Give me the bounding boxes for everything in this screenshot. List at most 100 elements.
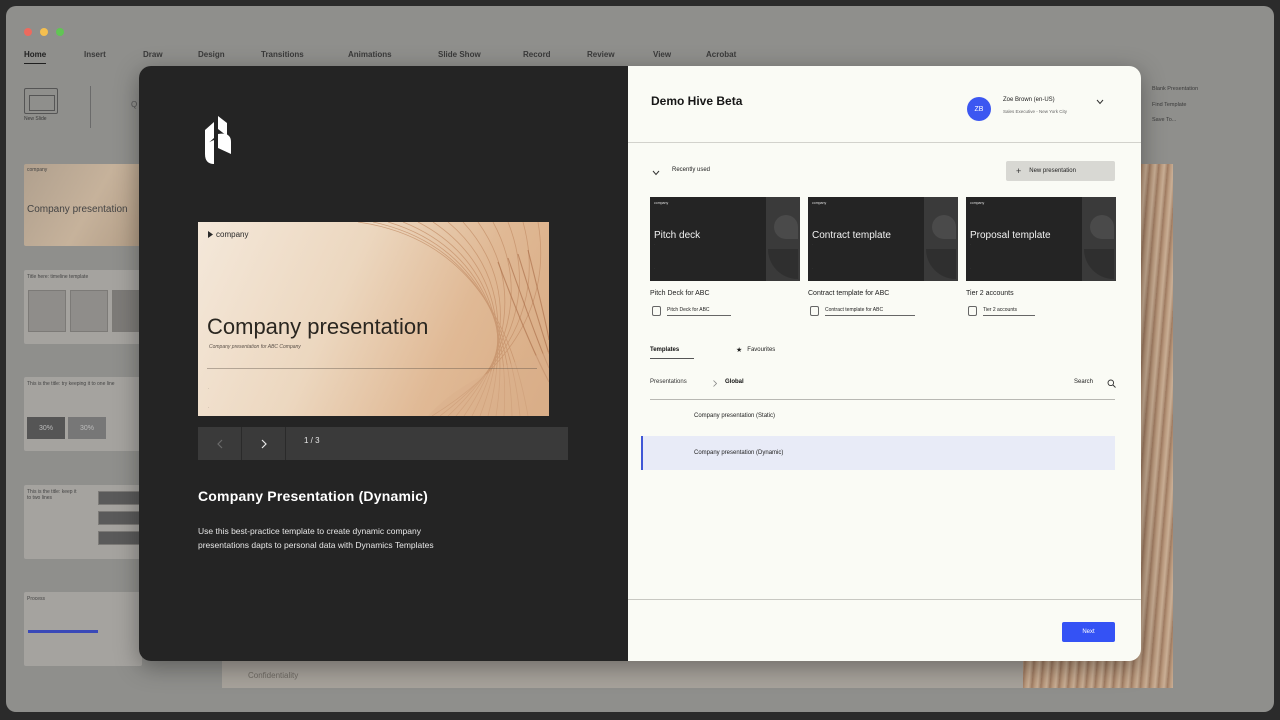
breadcrumb-current[interactable]: Global	[725, 379, 744, 385]
file-name: Tier 2 accounts	[983, 307, 1035, 316]
preview-slide-subtitle: Company presentation for ABC Company	[209, 344, 301, 350]
card-brand: company	[812, 201, 827, 205]
brand-mark-icon	[208, 231, 213, 238]
new-presentation-button[interactable]: + New presentation	[1006, 161, 1115, 181]
minimize-window-button[interactable]	[40, 28, 48, 36]
chevron-right-icon	[261, 439, 267, 448]
template-list-item[interactable]: Company presentation (Static)	[641, 399, 1115, 433]
slide-thumbnail-4[interactable]: This is the title: keep it to two lines	[24, 485, 142, 559]
thumbnail-stat: 30%	[68, 417, 106, 439]
slide-thumbnail-3[interactable]: This is the title: try keeping it to one…	[24, 377, 142, 451]
recent-caption[interactable]: Pitch Deck for ABC	[650, 290, 710, 297]
save-to-action[interactable]: Save To...	[1152, 117, 1176, 123]
slide-thumbnail-5[interactable]: Process	[24, 592, 142, 666]
template-picker-dialog: company Company presentation Company pre…	[139, 66, 1141, 661]
slide-thumbnail-2[interactable]: Title here: timeline template	[24, 270, 142, 344]
card-subtitle: ·	[812, 243, 813, 246]
next-slide-button[interactable]	[242, 427, 286, 460]
recent-caption[interactable]: Tier 2 accounts	[966, 290, 1014, 297]
ribbon-tab-view[interactable]: View	[653, 50, 671, 59]
preview-date: ·	[208, 387, 210, 391]
file-icon	[968, 306, 977, 316]
recent-caption[interactable]: Contract template for ABC	[808, 290, 889, 297]
file-name: Contract template for ABC	[825, 307, 915, 316]
template-list-item-selected[interactable]: Company presentation (Dynamic)	[641, 436, 1115, 470]
avatar-initials: ZB	[974, 105, 984, 113]
blank-presentation-action[interactable]: Blank Presentation	[1152, 86, 1198, 92]
search-label[interactable]: Search	[1074, 379, 1093, 385]
ribbon-tab-record[interactable]: Record	[523, 50, 551, 59]
preview-confidentiality: ·	[208, 406, 210, 410]
tab-favourites[interactable]: ★ Favourites	[736, 346, 775, 359]
file-icon	[652, 306, 661, 316]
preview-slide-title: Company presentation	[207, 314, 429, 339]
recent-card-proposal-template[interactable]: company Proposal template · ·	[966, 197, 1116, 281]
file-icon	[810, 306, 819, 316]
slide-thumbnail-1[interactable]: company Company presentation	[24, 164, 142, 246]
ribbon-divider	[90, 86, 91, 128]
card-title: Proposal template	[970, 230, 1051, 241]
ribbon-tab-home[interactable]: Home	[24, 50, 47, 64]
recent-file-link[interactable]: Tier 2 accounts	[968, 306, 1035, 316]
thumbnail-box	[98, 491, 142, 505]
chevron-down-icon[interactable]	[652, 170, 660, 176]
user-role: Sales Executive - New York City	[1003, 109, 1068, 114]
template-list-item-label: Company presentation (Dynamic)	[694, 450, 784, 456]
plus-icon: +	[1016, 166, 1022, 176]
ribbon-tab-animations[interactable]: Animations	[348, 50, 392, 59]
ribbon-ghost-text: Q	[131, 100, 138, 109]
card-brand: company	[970, 201, 985, 205]
thumbnail-title: Process	[27, 596, 46, 602]
ribbon-tabs: Home Insert Draw Design Transitions Anim…	[6, 48, 1274, 68]
previous-slide-button[interactable]	[198, 427, 242, 460]
ribbon-tab-acrobat[interactable]: Acrobat	[706, 50, 736, 59]
thumbnail-title: Company presentation	[27, 204, 128, 215]
new-slide-icon[interactable]	[24, 88, 58, 114]
next-button[interactable]: Next	[1062, 622, 1115, 642]
avatar[interactable]: ZB	[967, 97, 991, 121]
ribbon-tab-transitions[interactable]: Transitions	[261, 50, 304, 59]
new-presentation-label: New presentation	[1029, 168, 1076, 174]
ribbon-tab-insert[interactable]: Insert	[84, 50, 106, 59]
card-decoration	[1082, 197, 1116, 281]
star-icon: ★	[736, 347, 743, 354]
recent-card-pitch-deck[interactable]: company Pitch deck · ·	[650, 197, 800, 281]
thumbnail-stat: 30%	[27, 417, 65, 439]
panel-header: Demo Hive Beta ZB Zoe Brown (en-US) Sale…	[628, 66, 1141, 143]
recent-card-contract-template[interactable]: company Contract template · ·	[808, 197, 958, 281]
thumbnail-box	[98, 511, 142, 525]
slide-preview-image: company Company presentation Company pre…	[198, 222, 549, 416]
chevron-down-icon[interactable]	[1096, 99, 1104, 105]
preview-brand-name: company	[216, 230, 249, 239]
thumbnail-box	[28, 290, 66, 332]
recent-file-link[interactable]: Contract template for ABC	[810, 306, 915, 316]
thumbnail-title: Title here: timeline template	[27, 274, 89, 280]
preview-brand: company	[208, 230, 248, 239]
tab-favourites-label: Favourites	[747, 347, 776, 353]
ribbon-tab-draw[interactable]: Draw	[143, 50, 163, 59]
ribbon-tab-slide-show[interactable]: Slide Show	[438, 50, 481, 59]
page-indicator: 1 / 3	[304, 436, 320, 445]
close-window-button[interactable]	[24, 28, 32, 36]
maximize-window-button[interactable]	[56, 28, 64, 36]
recent-file-link[interactable]: Pitch Deck for ABC	[652, 306, 731, 316]
window-controls	[24, 28, 64, 36]
card-title: Pitch deck	[654, 230, 701, 241]
card-subtitle: ·	[654, 243, 655, 246]
ribbon-tab-review[interactable]: Review	[587, 50, 615, 59]
find-template-action[interactable]: Find Template	[1152, 102, 1186, 108]
template-list-item-label: Company presentation (Static)	[694, 413, 776, 419]
card-decoration	[924, 197, 958, 281]
file-name: Pitch Deck for ABC	[667, 307, 731, 316]
card-subtitle: ·	[970, 243, 971, 246]
thumbnail-box	[112, 290, 142, 332]
ribbon-tab-design[interactable]: Design	[198, 50, 225, 59]
thumbnail-box	[70, 290, 108, 332]
search-icon[interactable]	[1107, 379, 1116, 388]
panel-title: Demo Hive Beta	[651, 94, 743, 108]
template-selection-panel: Demo Hive Beta ZB Zoe Brown (en-US) Sale…	[628, 66, 1141, 661]
tab-templates[interactable]: Templates	[650, 347, 694, 359]
recently-used-label: Recently used	[672, 167, 711, 173]
breadcrumb-root[interactable]: Presentations	[650, 379, 687, 385]
template-preview-panel: company Company presentation Company pre…	[139, 66, 628, 661]
